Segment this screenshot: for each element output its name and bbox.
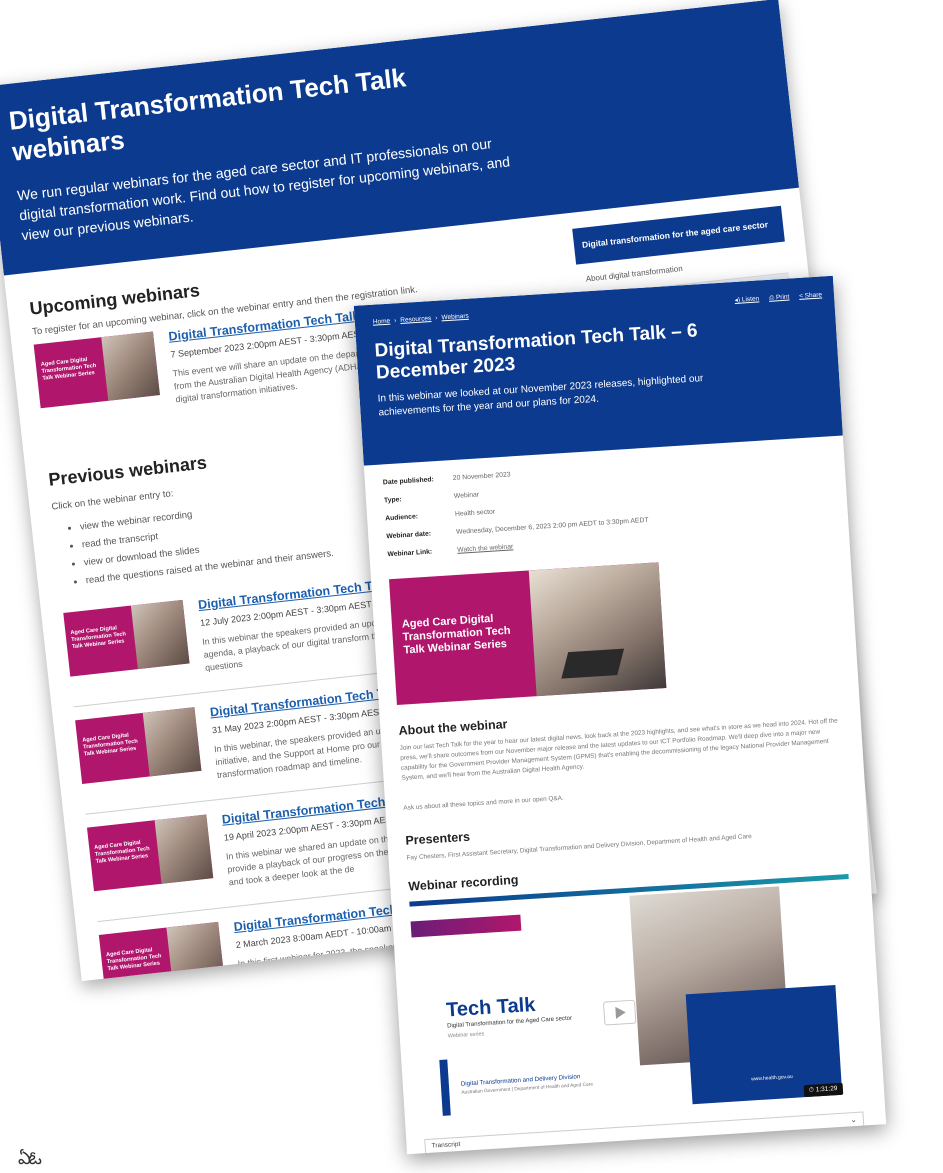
corner-glyph: ఏఓ (18, 1148, 42, 1168)
meta-key: Date published: (382, 476, 435, 487)
series-banner-image: Aged Care Digital Transformation Tech Ta… (389, 562, 667, 705)
hero-banner: Home › Resources › Webinars ◂) Listen ⎙ Prin… (353, 275, 843, 466)
webinar-thumbnail: Aged Care Digital Transformation Tech Ta… (98, 921, 226, 982)
breadcrumb-separator: › (393, 317, 397, 325)
meta-value: Webinar (453, 491, 480, 500)
breadcrumb: Home › Resources › Webinars (373, 313, 469, 326)
webinar-photo (154, 814, 214, 884)
breadcrumb-webinars[interactable]: Webinars (441, 313, 469, 322)
webinar-photo (101, 331, 160, 401)
video-duration: ⏱ 1:31:29 (803, 1082, 843, 1098)
about-paragraph: Ask us about all these topics and more i… (403, 794, 564, 812)
front-page: Home › Resources › Webinars ◂) Listen ⎙ Prin… (353, 275, 887, 1155)
meta-key: Webinar Link: (387, 548, 433, 559)
thumbnail-text: Aged Care Digital Transformation Tech Ta… (93, 839, 150, 865)
previous-heading: Previous webinars (47, 452, 208, 490)
thumbnail-text: Aged Care Digital Transformation Tech Ta… (70, 625, 127, 651)
webinar-photo (130, 599, 190, 670)
couple-photo (528, 562, 667, 697)
previous-note: Click on the webinar entry to: (50, 488, 174, 513)
video-subtitle-2: Webinar series (447, 1031, 485, 1040)
transcript-label: Transcript (431, 1140, 461, 1150)
thumbnail-text: Aged Care Digital Transformation Tech Ta… (105, 947, 162, 973)
presenters-heading: Presenters (405, 829, 471, 848)
webinar-photo (142, 707, 202, 777)
webinar-thumbnail: Aged Care Digital Transformation Tech Ta… (63, 599, 190, 677)
breadcrumb-separator: › (435, 314, 438, 322)
meta-value: Health sector (454, 508, 496, 518)
thumbnail-text: Aged Care Digital Transformation Tech Ta… (82, 732, 139, 758)
presenters-text: Fay Chesters, First Assistant Secretary,… (406, 832, 752, 862)
listen-button[interactable]: ◂) Listen (734, 295, 759, 304)
breadcrumb-home[interactable]: Home (373, 318, 391, 326)
recording-heading: Webinar recording (407, 872, 519, 894)
meta-key: Type: (383, 496, 402, 505)
webinar-photo (166, 921, 226, 982)
video-player[interactable]: Tech Talk Digital Transformation for the… (409, 873, 863, 1132)
print-button[interactable]: ⎙ Print (769, 294, 790, 302)
play-button-icon[interactable] (602, 999, 637, 1026)
about-heading: About the webinar (398, 717, 508, 738)
webinar-thumbnail: Aged Care Digital Transformation Tech Ta… (75, 707, 202, 784)
division-bar (439, 1059, 451, 1116)
page-tools: ◂) Listen ⎙ Print < Share (726, 290, 822, 305)
webinar-thumbnail: Aged Care Digital Transformation Tech Ta… (33, 331, 160, 409)
webinar-thumbnail: Aged Care Digital Transformation Tech Ta… (86, 814, 214, 892)
thumbnail-text: Aged Care Digital Transformation Tech Ta… (40, 356, 97, 382)
laptop-shape (561, 648, 625, 679)
meta-key: Webinar date: (386, 530, 432, 541)
banner-text: Aged Care Digital Transformation Tech Ta… (401, 612, 511, 657)
breadcrumb-resources[interactable]: Resources (400, 315, 431, 324)
meta-key: Audience: (385, 513, 419, 523)
chevron-down-icon: ⌄ (849, 1114, 858, 1125)
video-accent-strip (410, 914, 522, 938)
meta-value: 20 November 2023 (452, 471, 511, 483)
share-button[interactable]: < Share (799, 291, 822, 299)
